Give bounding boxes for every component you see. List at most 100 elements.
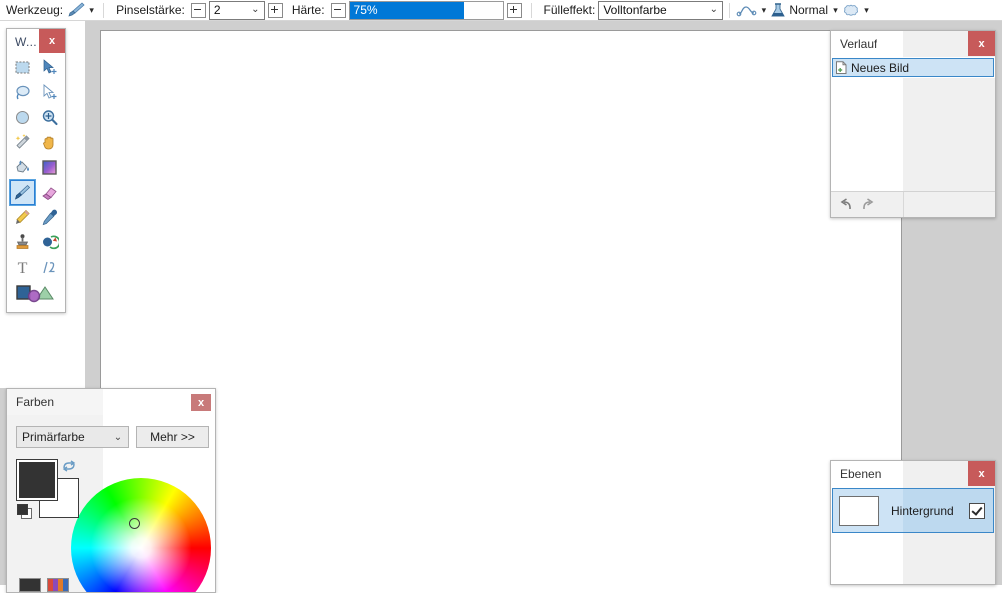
history-footer-toolbar [831, 191, 995, 217]
fill-effect-select[interactable]: Volltonfarbe ⌄ [598, 0, 724, 20]
undo-arrow-icon[interactable] [837, 197, 854, 212]
toolbar-separator-2 [530, 2, 532, 18]
colors-panel: Farben x Primärfarbe ⌄ Mehr >> [6, 388, 216, 593]
eraser-tool[interactable] [37, 180, 62, 205]
magnifier-icon [42, 110, 58, 126]
rectangle-select-icon [15, 61, 30, 74]
tools-panel-close-button[interactable]: x [39, 29, 65, 53]
primary-color-swatch[interactable] [16, 459, 58, 501]
layers-panel: Ebenen x Hintergrund [830, 460, 996, 585]
tool-label: Werkzeug: [6, 3, 64, 17]
history-panel-close-button[interactable]: x [968, 31, 995, 56]
blend-mode-dropdown-arrow[interactable]: ▾ [830, 5, 841, 16]
palette-chip-primary[interactable] [19, 578, 41, 592]
fill-effect-label: Fülleffekt: [543, 3, 596, 17]
redo-arrow-icon[interactable] [860, 197, 877, 212]
hardness-increment-button[interactable] [506, 2, 522, 18]
brush-size-label: Pinselstärke: [116, 3, 185, 17]
shapes-tool[interactable] [10, 280, 62, 305]
color-picker-tool[interactable] [37, 205, 62, 230]
zoom-tool[interactable] [37, 105, 62, 130]
tools-panel-title: W... [15, 34, 37, 49]
rectangle-select-tool[interactable] [10, 55, 35, 80]
lasso-select-tool[interactable] [10, 80, 35, 105]
chevron-down-icon[interactable]: ⌄ [705, 5, 722, 15]
move-selected-tool[interactable] [37, 55, 62, 80]
line-curve-icon [43, 261, 55, 274]
tool-dropdown-arrow[interactable]: ▾ [86, 5, 97, 16]
history-panel: Verlauf x Neues Bild [830, 30, 996, 218]
paint-bucket-tool[interactable] [10, 155, 35, 180]
pencil-icon [16, 209, 30, 224]
brush-size-input[interactable]: 2 ⌄ [208, 0, 265, 20]
colors-panel-close-button[interactable]: x [191, 394, 211, 411]
brush-size-increment-button[interactable] [267, 2, 283, 18]
paint-bucket-icon [16, 160, 29, 173]
recolor-icon [43, 235, 59, 250]
pan-tool[interactable] [37, 130, 62, 155]
hardness-slider[interactable]: 75% [348, 0, 504, 20]
paintbrush-icon[interactable] [66, 1, 86, 19]
eyedropper-icon [42, 209, 58, 226]
color-mode-select[interactable]: Primärfarbe ⌄ [16, 426, 129, 448]
smoothing-cloud-icon[interactable] [841, 2, 861, 19]
move-selected-icon [43, 59, 57, 74]
image-canvas[interactable] [100, 30, 902, 585]
clone-stamp-tool[interactable] [10, 230, 35, 255]
brush-size-decrement-button[interactable] [190, 2, 206, 18]
layer-visibility-checkbox[interactable] [969, 502, 985, 519]
chevron-down-icon[interactable]: ⌄ [247, 5, 264, 15]
eraser-icon [42, 187, 57, 200]
palette-chip-recent[interactable] [47, 578, 69, 592]
hardness-label: Härte: [291, 3, 325, 17]
history-item[interactable]: Neues Bild [832, 58, 994, 77]
paintbrush-icon [14, 184, 31, 200]
swap-colors-icon[interactable] [61, 458, 77, 476]
gradient-icon [42, 160, 57, 175]
layers-panel-close-button[interactable]: x [968, 461, 995, 486]
magic-wand-tool[interactable] [10, 130, 35, 155]
ellipse-select-icon [16, 111, 29, 124]
blend-flask-icon[interactable] [769, 2, 787, 19]
history-panel-titlebar: Verlauf [831, 31, 903, 57]
hardness-decrement-button[interactable] [330, 2, 346, 18]
fill-effect-value: Volltonfarbe [603, 3, 667, 17]
history-list[interactable]: Neues Bild [831, 57, 995, 191]
shapes-icon [16, 284, 54, 302]
layers-panel-title: Ebenen [840, 467, 882, 481]
gradient-tool[interactable] [37, 155, 62, 180]
antialiasing-curve-icon[interactable] [736, 2, 758, 18]
ellipse-select-tool[interactable] [10, 105, 35, 130]
antialiasing-dropdown-arrow[interactable]: ▾ [758, 5, 769, 16]
hardness-value: 75% [353, 2, 378, 17]
layer-thumbnail [839, 495, 879, 526]
colors-panel-body: Primärfarbe ⌄ Mehr >> [7, 415, 215, 592]
layers-list[interactable]: Hintergrund [831, 487, 995, 584]
pencil-tool[interactable] [10, 205, 35, 230]
text-tool[interactable]: T [10, 255, 35, 280]
color-wheel-cursor[interactable] [129, 518, 140, 529]
recolor-tool[interactable] [37, 230, 62, 255]
tools-panel: W... x T [6, 28, 66, 313]
layers-panel-titlebar: Ebenen [831, 461, 903, 487]
toolbar-separator-1 [103, 2, 105, 18]
blend-mode-value: Normal [789, 3, 829, 17]
line-curve-tool[interactable] [37, 255, 62, 280]
chevron-down-icon[interactable]: ⌄ [108, 432, 128, 443]
magic-wand-icon [15, 134, 30, 149]
history-item-label: Neues Bild [851, 60, 910, 75]
reset-colors-icon[interactable] [17, 504, 33, 520]
history-panel-title: Verlauf [840, 37, 878, 51]
lasso-select-icon [16, 85, 30, 100]
brush-size-value: 2 [213, 3, 221, 17]
new-image-icon [835, 60, 848, 75]
more-colors-button[interactable]: Mehr >> [136, 426, 209, 448]
hand-icon [43, 136, 54, 150]
move-selection-tool[interactable] [37, 80, 62, 105]
paintbrush-tool[interactable] [9, 179, 36, 206]
layer-row[interactable]: Hintergrund [832, 488, 994, 533]
smoothing-dropdown-arrow[interactable]: ▾ [861, 5, 872, 16]
color-wheel-icon[interactable] [71, 478, 211, 592]
colors-panel-titlebar: Farben [7, 389, 103, 415]
toolbar-separator-3 [729, 2, 731, 18]
